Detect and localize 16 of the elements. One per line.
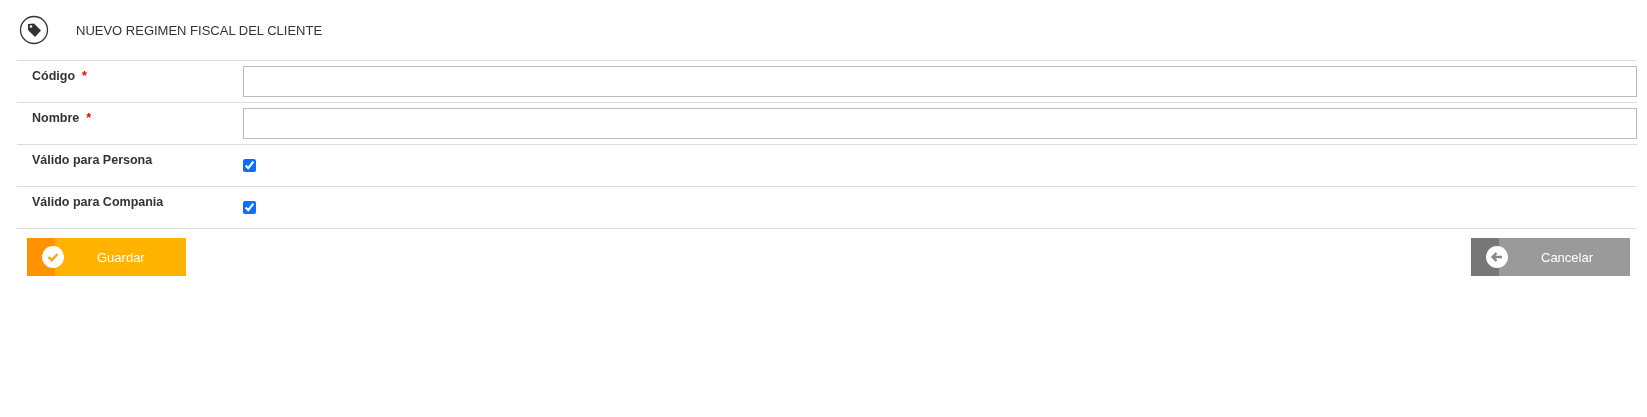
field-label: Válido para Compania — [32, 195, 164, 209]
required-mark: * — [82, 69, 87, 83]
required-mark: * — [86, 111, 92, 125]
save-button[interactable]: Guardar — [27, 238, 186, 276]
input-field[interactable] — [243, 108, 1637, 139]
checkbox[interactable] — [243, 159, 256, 172]
check-icon — [42, 246, 64, 268]
checkbox[interactable] — [243, 201, 256, 214]
field-label: Válido para Persona — [32, 153, 153, 167]
cancel-button[interactable]: Cancelar — [1471, 238, 1630, 276]
arrow-left-icon — [1486, 246, 1508, 268]
page-title: NUEVO REGIMEN FISCAL DEL CLIENTE — [76, 22, 323, 38]
tag-icon — [19, 15, 49, 45]
field-label: Código — [32, 69, 76, 83]
input-field[interactable] — [243, 66, 1637, 97]
field-label: Nombre — [32, 111, 80, 125]
